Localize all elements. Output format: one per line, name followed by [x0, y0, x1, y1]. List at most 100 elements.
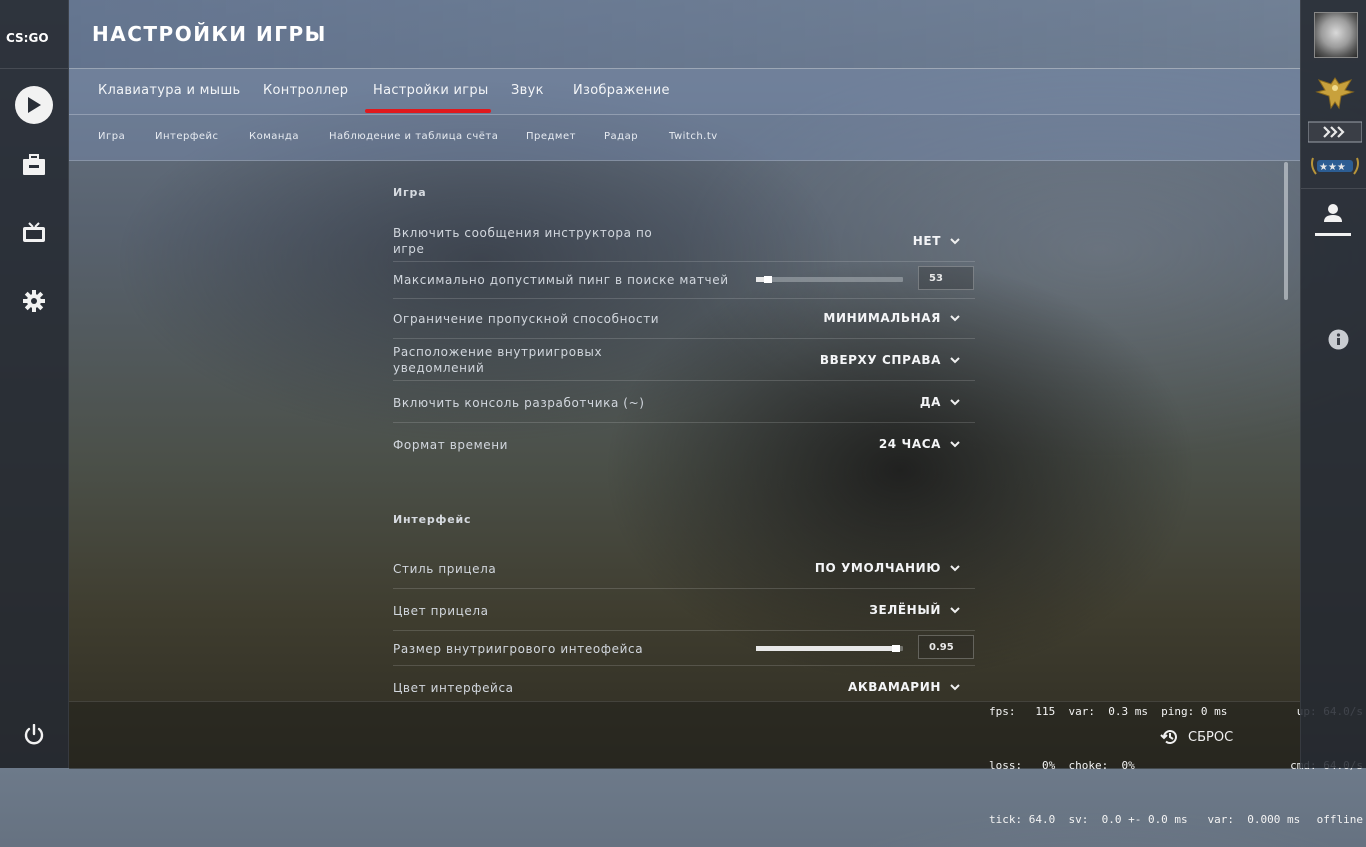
- subtab-twitch[interactable]: Twitch.tv: [669, 131, 718, 142]
- setting-row-crosshair-style: Стиль прицела ПО УМОЛЧАНИЮ: [393, 548, 975, 588]
- power-button[interactable]: [0, 724, 68, 746]
- sub-tabs: Игра Интерфейс Команда Наблюдение и табл…: [69, 115, 1300, 161]
- chevron-down-icon: [950, 399, 960, 406]
- inventory-button[interactable]: [0, 154, 68, 176]
- tab-video[interactable]: Изображение: [573, 83, 670, 98]
- chevron-down-icon: [950, 238, 960, 245]
- subtab-item[interactable]: Предмет: [526, 131, 576, 142]
- setting-row-crosshair-color: Цвет прицела ЗЕЛЁНЫЙ: [393, 589, 975, 630]
- subtab-radar[interactable]: Радар: [604, 131, 638, 142]
- time-format-dropdown[interactable]: 24 ЧАСА: [879, 437, 961, 451]
- reset-button[interactable]: СБРОС: [1160, 727, 1233, 747]
- svg-text:CS:GO: CS:GO: [6, 31, 49, 45]
- power-icon: [24, 724, 44, 745]
- settings-button[interactable]: [0, 290, 68, 312]
- hud-scale-input[interactable]: 0.95: [918, 635, 974, 659]
- max-ping-slider[interactable]: [756, 276, 903, 283]
- left-nav: CS:GO: [0, 0, 69, 768]
- notifications-position-dropdown[interactable]: ВВЕРХУ СПРАВА: [820, 353, 961, 367]
- setting-label: Цвет интерфейса: [393, 681, 514, 695]
- dropdown-value: НЕТ: [912, 234, 941, 248]
- main-tabs: Клавиатура и мышь Контроллер Настройки и…: [69, 69, 1300, 115]
- setting-row-notifications: Расположение внутриигровых уведомлений В…: [393, 339, 975, 380]
- dropdown-value: ЗЕЛЁНЫЙ: [869, 603, 941, 617]
- setting-label: Стиль прицела: [393, 562, 497, 576]
- gear-icon: [23, 290, 45, 312]
- subtab-team[interactable]: Команда: [249, 131, 299, 142]
- setting-label: Максимально допустимый пинг в поиске мат…: [393, 273, 729, 287]
- crosshair-style-dropdown[interactable]: ПО УМОЛЧАНИЮ: [815, 561, 961, 575]
- slider-thumb[interactable]: [892, 645, 900, 652]
- subtab-interface[interactable]: Интерфейс: [155, 131, 219, 142]
- rank-eagle-icon[interactable]: [1313, 72, 1357, 114]
- setting-label: Формат времени: [393, 438, 509, 452]
- console-dropdown[interactable]: ДА: [920, 395, 961, 409]
- person-icon[interactable]: [1315, 200, 1351, 238]
- section-title-interface: Интерфейс: [393, 513, 472, 526]
- avatar[interactable]: [1314, 12, 1358, 58]
- tab-audio[interactable]: Звук: [511, 83, 544, 98]
- setting-label: Ограничение пропускной способности: [393, 312, 660, 326]
- hud-color-dropdown[interactable]: АКВАМАРИН: [848, 680, 961, 694]
- instructor-dropdown[interactable]: НЕТ: [913, 234, 961, 248]
- setting-row-bandwidth: Ограничение пропускной способности МИНИМ…: [393, 299, 975, 338]
- settings-scrollbar[interactable]: [1284, 162, 1288, 300]
- history-icon: [1160, 730, 1177, 745]
- dropdown-value: МИНИМАЛЬНАЯ: [823, 311, 941, 325]
- dropdown-value: ДА: [919, 395, 941, 409]
- chevron-down-icon: [950, 684, 960, 691]
- setting-row-console: Включить консоль разработчика (~) ДА: [393, 381, 975, 422]
- net-graph-line: tick: 64.0 sv: 0.0 +- 0.0 ms var: 0.000 …: [989, 813, 1301, 826]
- setting-label: Расположение внутриигровых уведомлений: [393, 345, 603, 375]
- slider-fill: [756, 646, 896, 651]
- dropdown-value: ВВЕРХУ СПРАВА: [819, 353, 941, 367]
- chevron-down-icon: [950, 441, 960, 448]
- net-graph-line: loss: 0% choke: 0%: [989, 759, 1135, 772]
- play-button[interactable]: [0, 86, 68, 124]
- page-header: НАСТРОЙКИ ИГРЫ: [69, 0, 1300, 69]
- net-graph-line: fps: 115 var: 0.3 ms ping: 0 ms: [989, 705, 1228, 718]
- hud-scale-slider[interactable]: [756, 645, 903, 652]
- setting-row-max-ping: Максимально допустимый пинг в поиске мат…: [393, 262, 975, 298]
- active-tab-indicator: [365, 109, 491, 113]
- dropdown-value: 24 ЧАСА: [878, 437, 941, 451]
- tv-icon: [23, 222, 45, 242]
- tab-keyboard-mouse[interactable]: Клавиатура и мышь: [98, 83, 241, 98]
- rank-badge-icon[interactable]: [1308, 121, 1362, 143]
- chevron-down-icon: [950, 565, 960, 572]
- subtab-game[interactable]: Игра: [98, 131, 125, 142]
- svg-text:★★★: ★★★: [1319, 162, 1346, 173]
- briefcase-icon: [23, 154, 45, 175]
- watch-button[interactable]: [0, 222, 68, 244]
- max-ping-input[interactable]: 53: [918, 266, 974, 290]
- net-graph-line: offline: [1316, 813, 1363, 826]
- setting-label: Включить сообщения инструктора по игре: [393, 226, 653, 256]
- dropdown-value: ПО УМОЛЧАНИЮ: [814, 561, 941, 575]
- crosshair-color-dropdown[interactable]: ЗЕЛЁНЫЙ: [869, 603, 961, 617]
- setting-row-hud-scale: Размер внутриигрового интеофейса 0.95: [393, 631, 975, 665]
- right-sidebar: ★★★: [1300, 0, 1366, 768]
- section-title-game: Игра: [393, 186, 427, 199]
- setting-row-hud-color: Цвет интерфейса АКВАМАРИН: [393, 666, 975, 700]
- setting-row-time-format: Формат времени 24 ЧАСА: [393, 423, 975, 464]
- nav-divider: [0, 68, 68, 69]
- chevron-down-icon: [950, 315, 960, 322]
- tab-controller[interactable]: Контроллер: [263, 83, 348, 98]
- chevron-down-icon: [950, 357, 960, 364]
- slider-thumb[interactable]: [764, 276, 772, 283]
- tab-game-settings[interactable]: Настройки игры: [373, 83, 489, 98]
- setting-label: Размер внутриигрового интеофейса: [393, 642, 644, 656]
- csgo-logo[interactable]: CS:GO: [6, 28, 62, 46]
- setting-row-instructor: Включить сообщения инструктора по игре Н…: [393, 224, 975, 261]
- rightbar-divider: [1301, 188, 1366, 189]
- rank-stars-icon[interactable]: ★★★: [1308, 152, 1362, 180]
- bandwidth-dropdown[interactable]: МИНИМАЛЬНАЯ: [823, 311, 961, 325]
- setting-label: Цвет прицела: [393, 604, 489, 618]
- info-icon[interactable]: [1328, 329, 1349, 350]
- play-icon: [15, 86, 53, 124]
- reset-label: СБРОС: [1188, 729, 1234, 745]
- chevron-down-icon: [950, 607, 960, 614]
- page-title: НАСТРОЙКИ ИГРЫ: [92, 22, 327, 46]
- subtab-spectator-scoreboard[interactable]: Наблюдение и таблица счёта: [329, 131, 498, 142]
- dropdown-value: АКВАМАРИН: [847, 680, 941, 694]
